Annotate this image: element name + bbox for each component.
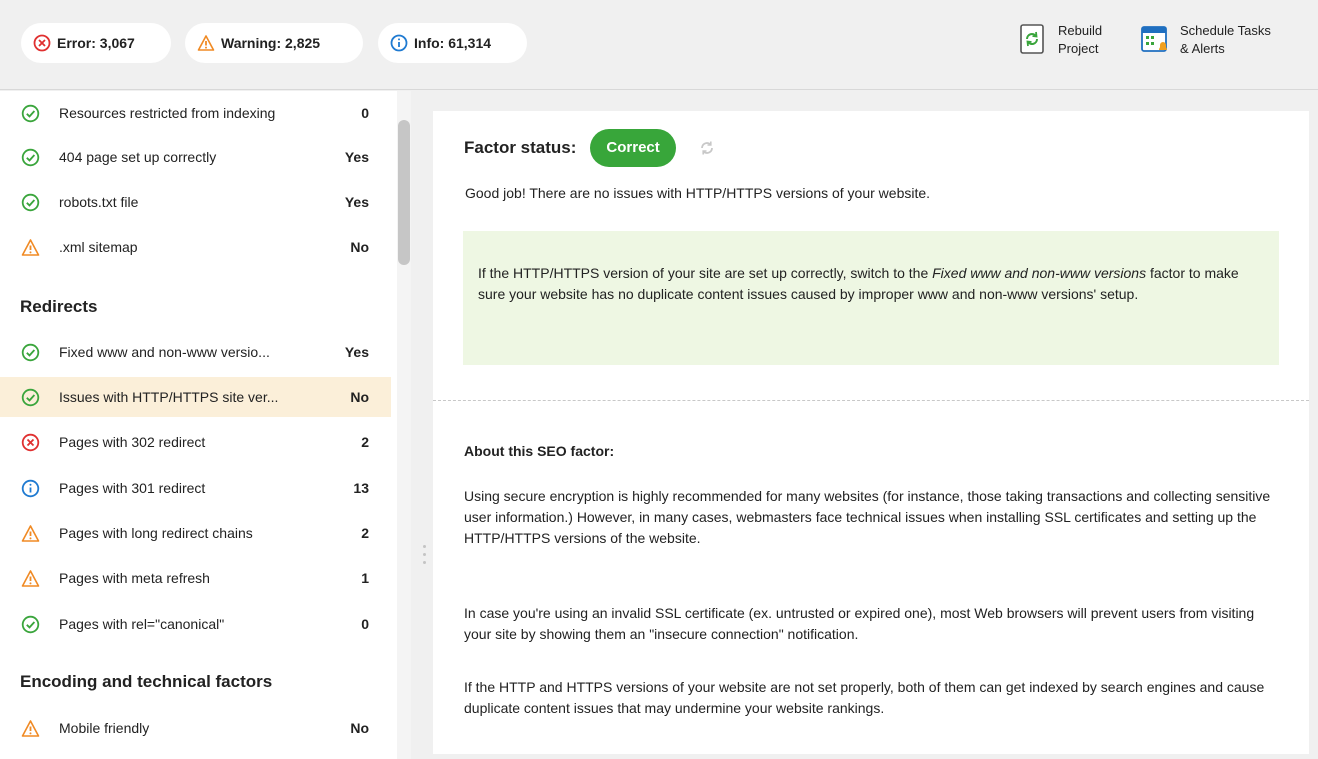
factor-row-value: Yes <box>344 344 369 360</box>
sidebar-scrollbar-thumb[interactable] <box>398 120 410 265</box>
factor-row-value: No <box>350 720 369 736</box>
warning-icon <box>21 524 40 543</box>
warning-count-filter[interactable]: Warning: 2,825 <box>185 23 363 63</box>
schedule-tasks-button[interactable]: Schedule Tasks & Alerts <box>1140 22 1271 58</box>
factor-row-value: No <box>350 389 369 405</box>
factor-detail-panel: Factor status: Correct Good job! There a… <box>433 111 1309 754</box>
factor-row-value: Yes <box>344 149 369 165</box>
refresh-icon[interactable] <box>698 139 716 157</box>
check-circle-icon <box>21 104 40 123</box>
section-divider <box>433 400 1309 401</box>
factor-row[interactable]: Pages with long redirect chains 2 <box>0 513 391 553</box>
factor-row-label: Pages with long redirect chains <box>59 525 253 541</box>
factor-row-value: 2 <box>361 434 369 450</box>
factor-row-label: Pages with meta refresh <box>59 570 210 586</box>
hint-box: If the HTTP/HTTPS version of your site a… <box>463 231 1279 365</box>
info-icon <box>390 34 408 52</box>
section-title: Redirects <box>20 297 98 316</box>
about-paragraph-2: In case you're using an invalid SSL cert… <box>464 605 1255 642</box>
hint-factor-link[interactable]: Fixed www and non-www versions <box>932 265 1146 281</box>
factor-row[interactable]: Mobile friendly No <box>0 708 391 748</box>
rebuild-label-line1: Rebuild <box>1058 23 1103 38</box>
schedule-label-line1: Schedule Tasks <box>1180 23 1271 38</box>
hint-text-part1: If the HTTP/HTTPS version of your site a… <box>478 265 933 281</box>
factor-row[interactable]: robots.txt file Yes <box>0 182 391 222</box>
rebuild-label-line2: Project <box>1058 41 1099 56</box>
panel-splitter[interactable] <box>411 91 431 759</box>
factor-row-value: 13 <box>353 480 369 496</box>
factor-row[interactable]: Issues with HTTP/HTTPS site ver... No <box>0 377 391 417</box>
factor-row[interactable]: Fixed www and non-www versio... Yes <box>0 332 391 372</box>
factor-row-label: Resources restricted from indexing <box>59 105 276 121</box>
info-icon <box>21 479 40 498</box>
rebuild-project-button[interactable]: Rebuild Project <box>1018 22 1102 58</box>
factor-row-value: 1 <box>361 570 369 586</box>
factor-row-label: Pages with 301 redirect <box>59 480 206 496</box>
factor-row-label: Issues with HTTP/HTTPS site ver... <box>59 389 279 405</box>
error-icon <box>33 34 51 52</box>
check-circle-icon <box>21 148 40 167</box>
factor-row-label: Pages with rel="canonical" <box>59 616 225 632</box>
factor-row[interactable]: Pages with 301 redirect 13 <box>0 468 391 508</box>
splitter-grip-icon <box>423 545 427 569</box>
calendar-alert-icon <box>1141 26 1167 52</box>
error-count-filter[interactable]: Error: 3,067 <box>21 23 171 63</box>
factor-row-value: 0 <box>361 616 369 632</box>
about-paragraph-3: If the HTTP and HTTPS versions of your w… <box>464 679 1265 716</box>
factor-list-sidebar: Resources restricted from indexing 0 404 p… <box>0 91 397 759</box>
warning-icon <box>21 569 40 588</box>
factor-status-row: Factor status: Correct <box>464 128 716 168</box>
factor-row[interactable]: Pages with meta refresh 1 <box>0 558 391 598</box>
factor-row-label: robots.txt file <box>59 194 139 210</box>
factor-row[interactable]: Pages with 302 redirect 2 <box>0 422 391 462</box>
info-count-label: Info: 61,314 <box>414 35 492 51</box>
about-title: About this SEO factor: <box>464 443 615 459</box>
factor-row-value: No <box>350 239 369 255</box>
factor-row[interactable]: 404 page set up correctly Yes <box>0 137 391 177</box>
check-circle-icon <box>21 615 40 634</box>
warning-icon <box>21 719 40 738</box>
factor-row-label: .xml sitemap <box>59 239 138 255</box>
error-count-label: Error: 3,067 <box>57 35 135 51</box>
warning-icon <box>21 238 40 257</box>
error-icon <box>21 433 40 452</box>
status-badge: Correct <box>590 129 676 167</box>
section-title: Encoding and technical factors <box>20 672 273 691</box>
check-circle-icon <box>21 388 40 407</box>
factor-row[interactable]: Pages with rel="canonical" 0 <box>0 604 391 644</box>
factor-row-label: Pages with 302 redirect <box>59 434 206 450</box>
warning-count-label: Warning: 2,825 <box>221 35 321 51</box>
check-circle-icon <box>21 343 40 362</box>
rebuild-icon <box>1020 24 1044 54</box>
top-bar: Error: 3,067 Warning: 2,825 Info: 61,314… <box>0 0 1318 90</box>
check-circle-icon <box>21 193 40 212</box>
factor-row-value: 0 <box>361 105 369 121</box>
info-count-filter[interactable]: Info: 61,314 <box>378 23 527 63</box>
factor-status-label: Factor status: <box>464 138 577 157</box>
factor-row[interactable]: Resources restricted from indexing 0 <box>0 93 391 133</box>
factor-row-label: 404 page set up correctly <box>59 149 217 165</box>
factor-row-label: Mobile friendly <box>59 720 150 736</box>
status-message: Good job! There are no issues with HTTP/… <box>465 185 931 201</box>
warning-icon <box>197 35 215 51</box>
factor-row-value: Yes <box>344 194 369 210</box>
about-paragraph-1: Using secure encryption is highly recomm… <box>464 488 1271 546</box>
factor-row-label: Fixed www and non-www versio... <box>59 344 270 360</box>
factor-row-value: 2 <box>361 525 369 541</box>
factor-row[interactable]: .xml sitemap No <box>0 227 391 267</box>
schedule-label-line2: & Alerts <box>1180 41 1225 56</box>
